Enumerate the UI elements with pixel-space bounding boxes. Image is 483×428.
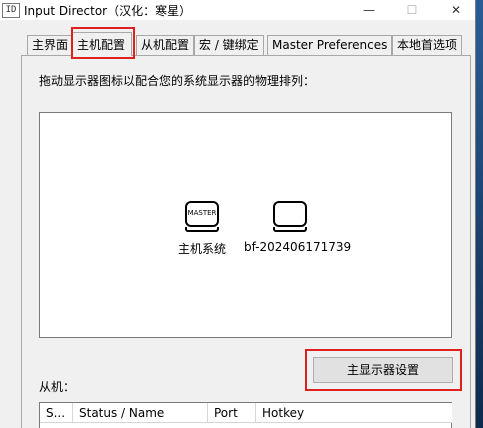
- column-header-hotkey[interactable]: Hotkey: [256, 403, 452, 423]
- app-window: ID Input Director（汉化：寒星） — ☐ ✕ 主界面 主机配置 …: [0, 0, 476, 428]
- monitor-icon: [273, 201, 307, 227]
- monitor-label: 主机系统: [178, 242, 227, 256]
- column-header-status-name[interactable]: Status / Name: [73, 403, 208, 423]
- primary-monitor-settings-button[interactable]: 主显示器设置: [313, 357, 453, 383]
- monitor-master[interactable]: MASTER 主机系统: [178, 201, 226, 257]
- desktop-background: [475, 0, 483, 428]
- maximize-button[interactable]: ☐: [397, 0, 427, 20]
- tab-master-preferences[interactable]: Master Preferences: [267, 35, 393, 55]
- window-title: Input Director（汉化：寒星）: [24, 4, 192, 18]
- monitor-icon: MASTER: [185, 201, 219, 227]
- instruction-text: 拖动显示器图标以配合您的系统显示器的物理排列：: [39, 74, 316, 88]
- close-button[interactable]: ✕: [441, 0, 471, 20]
- tab-master-config[interactable]: 主机配置: [72, 32, 132, 56]
- monitor-arrangement-area[interactable]: MASTER 主机系统 bf-202406171739: [39, 112, 452, 338]
- column-header-s[interactable]: S...: [40, 403, 73, 423]
- title-bar[interactable]: ID Input Director（汉化：寒星） — ☐ ✕: [0, 0, 475, 20]
- minimize-button[interactable]: —: [354, 0, 384, 20]
- monitor-slave[interactable]: bf-202406171739: [244, 201, 352, 254]
- slaves-label: 从机：: [39, 380, 76, 394]
- tab-main[interactable]: 主界面: [27, 35, 74, 55]
- tab-local-preferences[interactable]: 本地首选项: [392, 35, 463, 55]
- app-logo-icon: ID: [2, 3, 20, 18]
- monitor-label: bf-202406171739: [244, 240, 352, 254]
- tab-slave-config[interactable]: 从机配置: [136, 35, 195, 55]
- column-header-port[interactable]: Port: [208, 403, 256, 423]
- slaves-table[interactable]: S... Status / Name Port Hotkey: [39, 402, 452, 428]
- tab-macros-hotkeys[interactable]: 宏 / 键绑定: [194, 35, 264, 55]
